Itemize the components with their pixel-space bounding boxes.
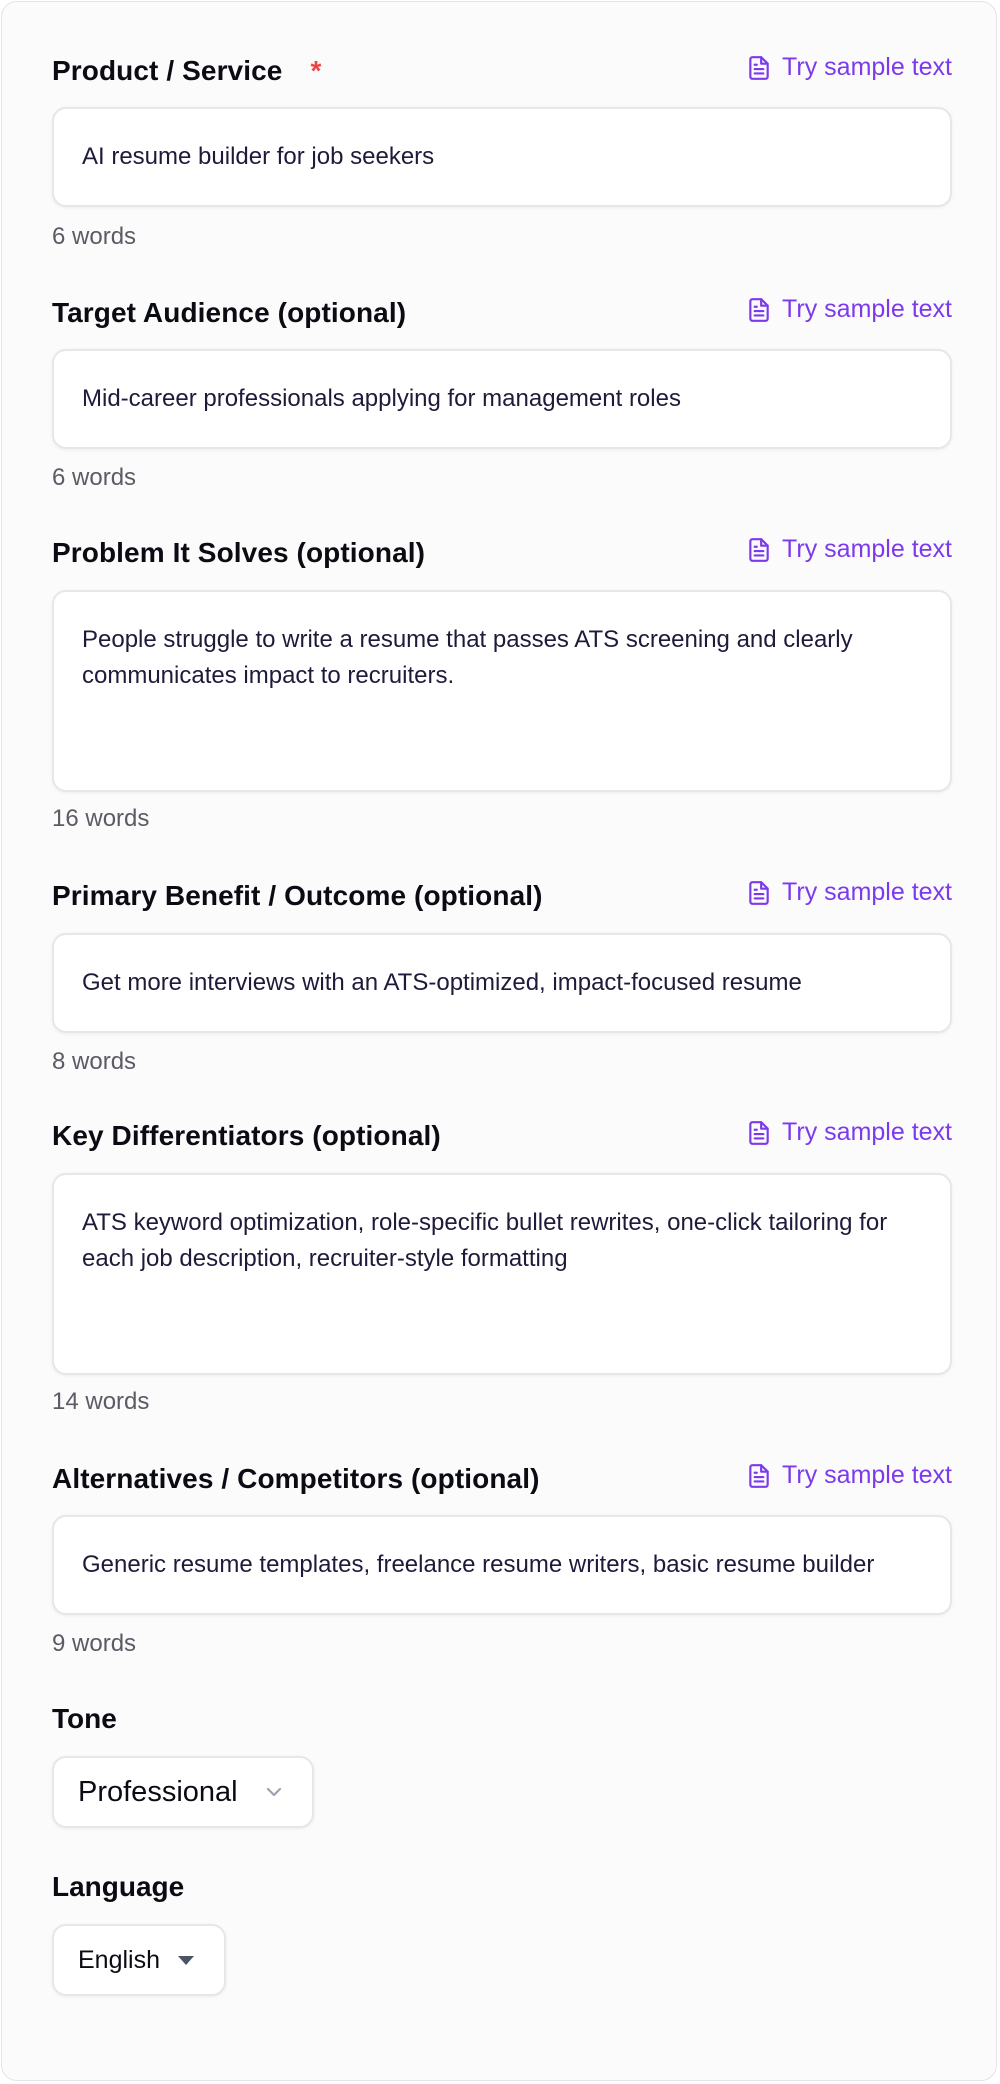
try-sample-text-label: Try sample text <box>782 295 952 323</box>
tone-label: Tone <box>52 1703 117 1734</box>
field-label: Target Audience (optional) <box>52 297 407 328</box>
field-primary-benefit: Primary Benefit / Outcome (optional) Try… <box>52 876 952 1076</box>
word-count: 14 words <box>52 1388 150 1415</box>
field-product-service: Product / Service * Try sample text AI re… <box>52 51 952 251</box>
document-icon <box>749 55 769 80</box>
chevron-down-icon <box>266 1787 282 1797</box>
field-label: Primary Benefit / Outcome (optional) <box>52 880 543 911</box>
tone-value: Professional <box>78 1775 238 1808</box>
field-label: Alternatives / Competitors (optional) <box>52 1463 540 1494</box>
form-card: Product / Service * Try sample text AI re… <box>1 1 997 2081</box>
tone-select[interactable]: Professional <box>52 1756 314 1828</box>
word-count: 16 words <box>52 805 150 832</box>
try-sample-text-label: Try sample text <box>782 535 952 563</box>
try-sample-text-button[interactable]: Try sample text <box>746 1461 952 1490</box>
try-sample-text-label: Try sample text <box>782 878 952 906</box>
field-problem-it-solves: Problem It Solves (optional) Try sample … <box>52 533 952 833</box>
caret-down-icon <box>178 1956 194 1965</box>
product-service-input[interactable]: AI resume builder for job seekers <box>52 107 952 207</box>
field-label: Key Differentiators (optional) <box>52 1120 441 1151</box>
document-icon <box>749 1463 769 1488</box>
word-count: 9 words <box>52 1630 137 1657</box>
word-count: 6 words <box>52 464 137 491</box>
try-sample-text-button[interactable]: Try sample text <box>746 295 952 324</box>
primary-benefit-input[interactable]: Get more interviews with an ATS-optimize… <box>52 933 952 1033</box>
document-icon <box>749 537 769 562</box>
try-sample-text-label: Try sample text <box>782 53 952 81</box>
language-label: Language <box>52 1871 185 1902</box>
try-sample-text-button[interactable]: Try sample text <box>746 53 952 82</box>
field-target-audience: Target Audience (optional) Try sample te… <box>52 293 952 493</box>
language-select[interactable]: English <box>52 1924 226 1996</box>
language-value: English <box>78 1945 160 1974</box>
try-sample-text-button[interactable]: Try sample text <box>746 878 952 907</box>
try-sample-text-label: Try sample text <box>782 1118 952 1146</box>
try-sample-text-label: Try sample text <box>782 1461 952 1489</box>
word-count: 6 words <box>52 223 137 250</box>
document-icon <box>749 1120 769 1145</box>
document-icon <box>749 880 769 905</box>
field-alternatives-competitors: Alternatives / Competitors (optional) Tr… <box>52 1459 952 1659</box>
required-marker: * <box>310 55 322 86</box>
try-sample-text-button[interactable]: Try sample text <box>746 535 952 564</box>
problem-it-solves-textarea[interactable]: People struggle to write a resume that p… <box>52 590 952 792</box>
field-key-differentiators: Key Differentiators (optional) Try sampl… <box>52 1116 952 1416</box>
field-label: Problem It Solves (optional) <box>52 537 426 568</box>
field-label: Product / Service * <box>52 55 322 86</box>
key-differentiators-textarea[interactable]: ATS keyword optimization, role-specific … <box>52 1173 952 1375</box>
document-icon <box>749 297 769 322</box>
alternatives-competitors-input[interactable]: Generic resume templates, freelance resu… <box>52 1515 952 1615</box>
target-audience-input[interactable]: Mid-career professionals applying for ma… <box>52 349 952 449</box>
try-sample-text-button[interactable]: Try sample text <box>746 1118 952 1147</box>
word-count: 8 words <box>52 1048 137 1075</box>
